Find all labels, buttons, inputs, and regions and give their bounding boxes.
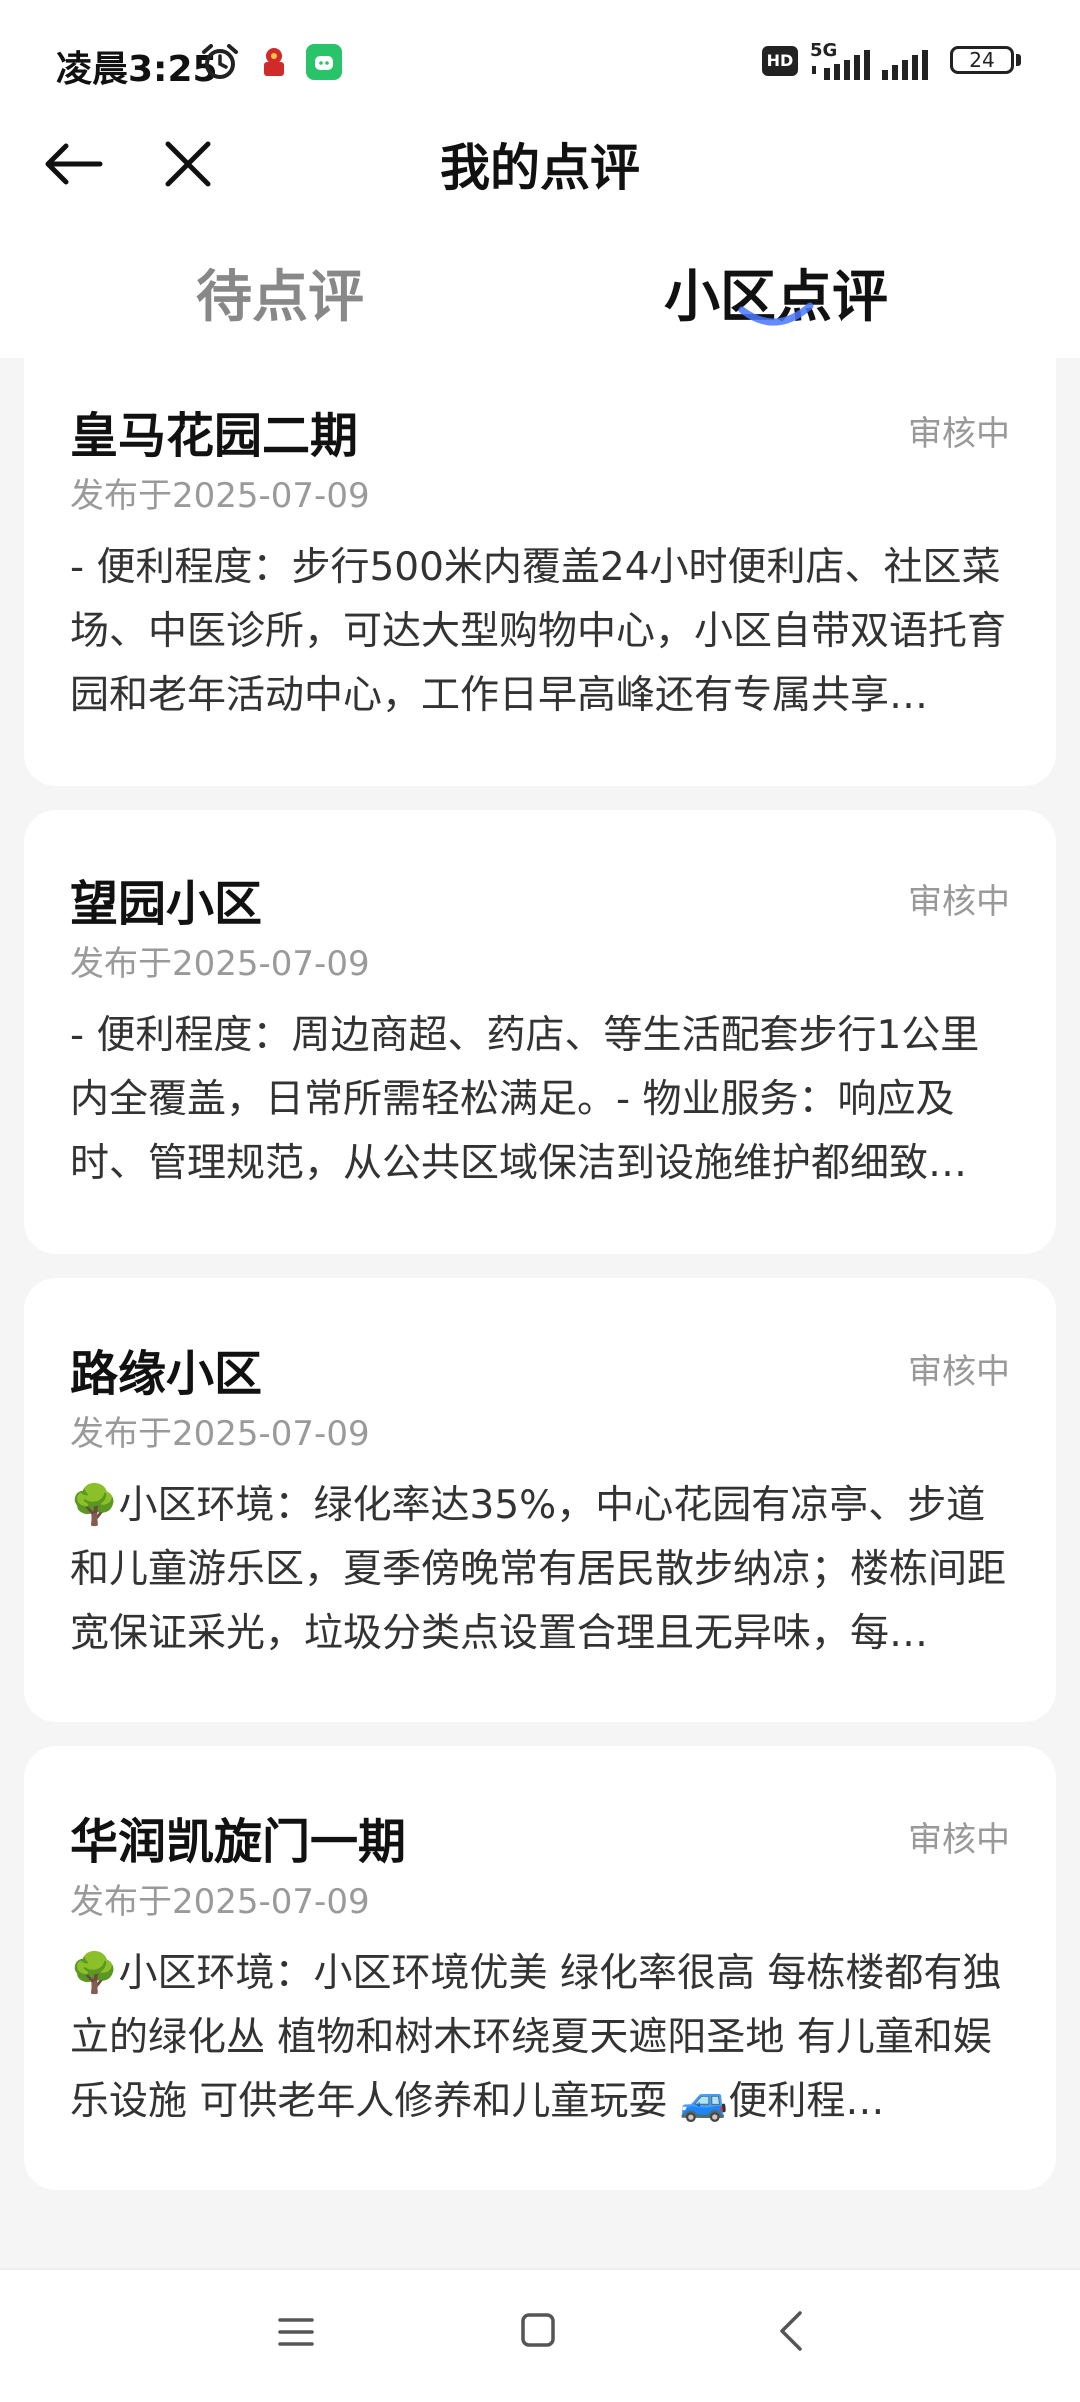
- wechat-notification-icon: [306, 44, 342, 80]
- review-status-badge: 审核中: [908, 1352, 1010, 1392]
- review-community-name: 皇马花园二期: [70, 408, 359, 464]
- alarm-clock-icon: [202, 44, 238, 79]
- page-title: 我的点评: [440, 139, 640, 197]
- menu-icon[interactable]: [276, 2312, 316, 2352]
- review-content: 🌳小区环境：小区环境优美 绿化率很高 每栋楼都有独立的绿化丛 植物和树木环绕夏天…: [70, 1951, 1002, 2124]
- status-bar: 凌晨3:25 HD 5G 24: [0, 0, 1080, 120]
- active-tab-indicator: [738, 302, 814, 326]
- review-content: 🌳小区环境：绿化率达35%，中心花园有凉亭、步道和儿童游乐区，夏季傍晚常有居民散…: [70, 1483, 1007, 1656]
- back-arrow-icon[interactable]: [36, 124, 108, 204]
- review-status-badge: 审核中: [908, 414, 1010, 454]
- signal-strength-icon: [882, 50, 928, 80]
- battery-indicator: 24: [950, 46, 1014, 74]
- app-notification-icon: [264, 48, 284, 76]
- review-status-badge: 审核中: [908, 1820, 1010, 1860]
- review-content: - 便利程度：周边商超、药店、等生活配套步行1公里内全覆盖，日常所需轻松满足。-…: [70, 1013, 980, 1186]
- review-publish-date: 发布于2025-07-09: [70, 1414, 370, 1454]
- hd-badge: HD: [762, 46, 798, 76]
- chevron-left-icon[interactable]: [772, 2308, 812, 2354]
- review-community-name: 路缘小区: [70, 1346, 263, 1402]
- review-status-badge: 审核中: [908, 882, 1010, 922]
- review-content: - 便利程度：步行500米内覆盖24小时便利店、社区菜场、中医诊所，可达大型购物…: [70, 545, 1007, 718]
- close-icon[interactable]: [152, 124, 224, 204]
- review-publish-date: 发布于2025-07-09: [70, 1882, 370, 1922]
- battery-tip: [1016, 54, 1021, 66]
- review-card[interactable]: 望园小区 审核中 发布于2025-07-09 - 便利程度：周边商超、药店、等生…: [24, 810, 1056, 1254]
- review-publish-date: 发布于2025-07-09: [70, 944, 370, 984]
- review-card[interactable]: 路缘小区 审核中 发布于2025-07-09 🌳小区环境：绿化率达35%，中心花…: [24, 1278, 1056, 1722]
- review-community-name: 华润凯旋门一期: [70, 1814, 407, 1870]
- signal-strength-icon: [812, 50, 870, 80]
- review-community-name: 望园小区: [70, 876, 263, 932]
- review-card[interactable]: 皇马花园二期 审核中 发布于2025-07-09 - 便利程度：步行500米内覆…: [24, 330, 1056, 786]
- tab-pending-reviews[interactable]: 待点评: [70, 252, 490, 333]
- review-card[interactable]: 华润凯旋门一期 审核中 发布于2025-07-09 🌳小区环境：小区环境优美 绿…: [24, 1746, 1056, 2190]
- review-publish-date: 发布于2025-07-09: [70, 476, 370, 516]
- status-time: 凌晨3:25: [56, 49, 218, 90]
- home-square-icon[interactable]: [518, 2310, 558, 2350]
